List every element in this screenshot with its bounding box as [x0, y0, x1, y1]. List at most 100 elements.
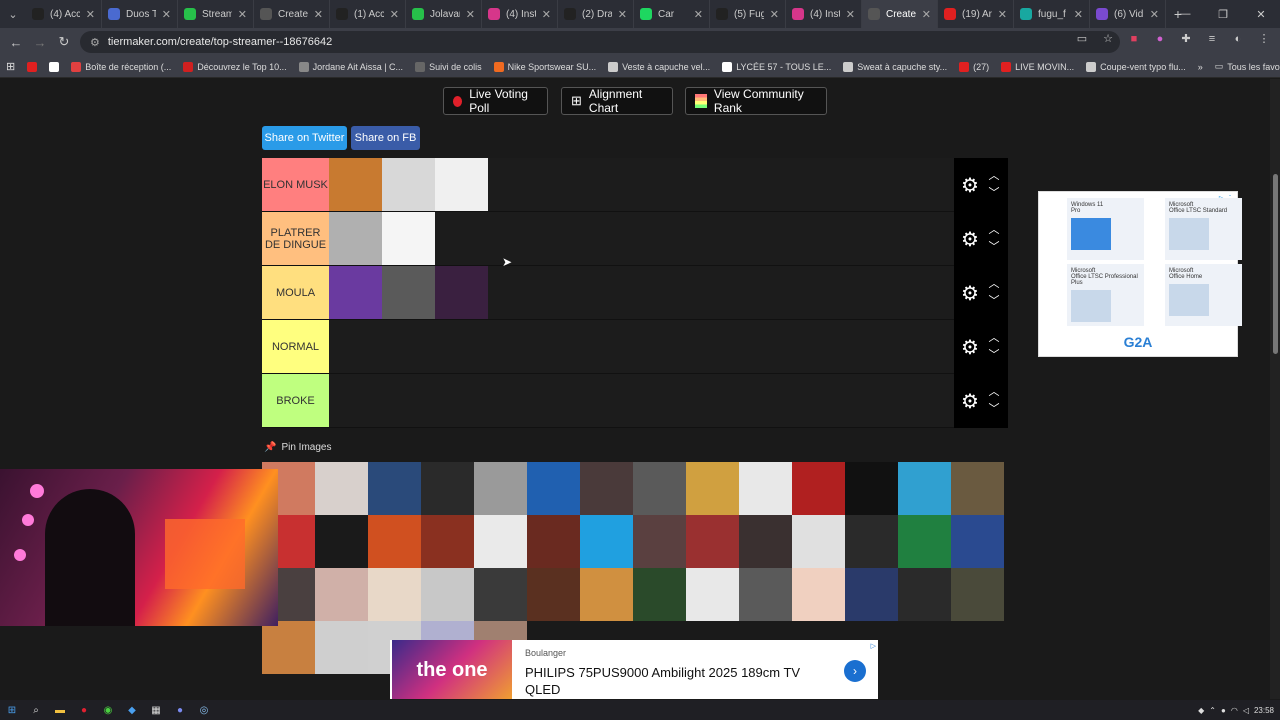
streamer-image[interactable] [951, 515, 1004, 568]
chevron-up-icon[interactable]: ︿ [989, 384, 1000, 401]
close-tab-icon[interactable]: ✕ [922, 8, 931, 21]
streamer-image[interactable] [435, 158, 488, 211]
streamer-image[interactable] [792, 515, 845, 568]
tier-label[interactable]: MOULA [262, 266, 329, 319]
streamer-image[interactable] [898, 515, 951, 568]
chevron-up-icon[interactable]: ︿ [989, 222, 1000, 239]
all-bookmarks[interactable]: ▭Tous les favoris [1209, 61, 1280, 72]
streamer-image[interactable] [898, 568, 951, 621]
bookmark-item[interactable]: Jordane Ait Aissa | C... [293, 61, 409, 72]
gear-icon[interactable]: ⚙ [957, 173, 983, 198]
tab-7[interactable]: (2) Dra ✕ [558, 0, 634, 28]
reload-icon[interactable]: ↻ [52, 34, 76, 50]
streamer-image[interactable] [368, 462, 421, 515]
chevron-down-icon[interactable]: ﹀ [989, 347, 1000, 364]
tier-label[interactable]: NORMAL [262, 320, 329, 373]
streamer-image[interactable] [315, 515, 368, 568]
ad-product-tile[interactable]: Windows 11 Pro [1067, 198, 1144, 260]
close-tab-icon[interactable]: ✕ [618, 8, 627, 21]
tier-items[interactable] [329, 212, 1008, 265]
streamer-image[interactable] [739, 462, 792, 515]
view-community-rank-button[interactable]: View Community Rank [685, 87, 827, 115]
close-tab-icon[interactable]: ✕ [466, 8, 475, 21]
streamer-image[interactable] [633, 568, 686, 621]
wifi-icon[interactable]: ◠ [1231, 706, 1238, 715]
scrollbar[interactable] [1270, 79, 1280, 699]
bookmark-star-icon[interactable]: ☆ [1100, 32, 1116, 45]
bookmark-item[interactable]: Sweat à capuche sty... [837, 61, 953, 72]
site-info-icon[interactable]: ⚙ [90, 36, 100, 49]
app-icon[interactable]: ◆ [120, 700, 144, 720]
gear-icon[interactable]: ⚙ [957, 281, 983, 306]
tier-items[interactable] [329, 374, 1008, 427]
steam-icon[interactable]: ◎ [192, 700, 216, 720]
menu-icon[interactable]: ⋮ [1256, 32, 1272, 45]
streamer-image[interactable] [580, 515, 633, 568]
bookmark-item[interactable]: Suivi de colis [409, 61, 488, 72]
streamer-image[interactable] [527, 462, 580, 515]
chevron-up-icon[interactable]: ︿ [989, 276, 1000, 293]
tab-9[interactable]: (5) Fug ✕ [710, 0, 786, 28]
streamer-image[interactable] [580, 462, 633, 515]
gear-icon[interactable]: ⚙ [957, 335, 983, 360]
bookmark-item[interactable]: Boîte de réception (... [65, 61, 177, 72]
streamer-image[interactable] [739, 515, 792, 568]
bookmark-item[interactable]: Coupe-vent typo flu... [1080, 61, 1192, 72]
close-tab-icon[interactable]: ✕ [314, 8, 323, 21]
streamer-image[interactable] [633, 515, 686, 568]
tab-8[interactable]: Car ✕ [634, 0, 710, 28]
search-icon[interactable]: ⌕ [24, 700, 48, 720]
clock[interactable]: 23:58 [1254, 706, 1274, 715]
cast-icon[interactable]: ▭ [1074, 32, 1090, 45]
streamer-image[interactable] [315, 568, 368, 621]
streamer-image[interactable] [845, 462, 898, 515]
bookmark-item[interactable]: (27) [953, 61, 995, 72]
close-tab-icon[interactable]: ✕ [694, 8, 703, 21]
close-tab-icon[interactable]: ✕ [998, 8, 1007, 21]
url-field[interactable]: ⚙ tiermaker.com/create/top-streamer--186… [80, 31, 1120, 53]
close-tab-icon[interactable]: ✕ [86, 8, 95, 21]
streamer-image[interactable] [382, 266, 435, 319]
bookmark-item[interactable]: LYCÉE 57 - TOUS LE... [716, 61, 837, 72]
streamer-image[interactable] [435, 266, 488, 319]
streamer-image[interactable] [474, 462, 527, 515]
tab-10[interactable]: (4) Inst ✕ [786, 0, 862, 28]
close-tab-icon[interactable]: ✕ [846, 8, 855, 21]
streamer-image[interactable] [382, 212, 435, 265]
streamer-image[interactable] [898, 462, 951, 515]
chrome-icon[interactable]: ◉ [96, 700, 120, 720]
chevron-right-icon[interactable]: › [844, 660, 866, 682]
close-tab-icon[interactable]: ✕ [1074, 8, 1083, 21]
tier-items[interactable] [329, 158, 1008, 211]
back-icon[interactable]: ← [4, 35, 28, 50]
pin-images[interactable]: 📌 Pin Images [264, 442, 331, 453]
streamer-image[interactable] [951, 462, 1004, 515]
streamer-image[interactable] [739, 568, 792, 621]
tab-4[interactable]: (1) Acc ✕ [330, 0, 406, 28]
extension-icon[interactable]: ■ [1126, 33, 1142, 45]
tab-5[interactable]: Jolavan ✕ [406, 0, 482, 28]
forward-icon[interactable]: → [28, 35, 52, 50]
streamer-image[interactable] [686, 462, 739, 515]
extension-icon[interactable]: ● [1152, 33, 1168, 45]
streamer-image[interactable] [329, 158, 382, 211]
streamer-image[interactable] [368, 515, 421, 568]
streamer-image[interactable] [527, 515, 580, 568]
streamer-image[interactable] [421, 462, 474, 515]
streamer-image[interactable] [474, 568, 527, 621]
tab-6[interactable]: (4) Inst ✕ [482, 0, 558, 28]
tier-label[interactable]: ELON MUSK [262, 158, 329, 211]
streamer-image[interactable] [382, 158, 435, 211]
tab-1[interactable]: Duos Ti ✕ [102, 0, 178, 28]
streamer-image[interactable] [315, 462, 368, 515]
close-tab-icon[interactable]: ✕ [390, 8, 399, 21]
close-tab-icon[interactable]: ✕ [162, 8, 171, 21]
streamer-image[interactable] [421, 515, 474, 568]
tier-items[interactable] [329, 320, 1008, 373]
tab-3[interactable]: Create ✕ [254, 0, 330, 28]
tab-13[interactable]: fugu_f ✕ [1014, 0, 1090, 28]
close-tab-icon[interactable]: ✕ [238, 8, 247, 21]
streamer-image[interactable] [845, 568, 898, 621]
tab-search-icon[interactable]: ⌄ [0, 0, 26, 28]
tray-icon[interactable]: ⌃ [1209, 706, 1216, 715]
